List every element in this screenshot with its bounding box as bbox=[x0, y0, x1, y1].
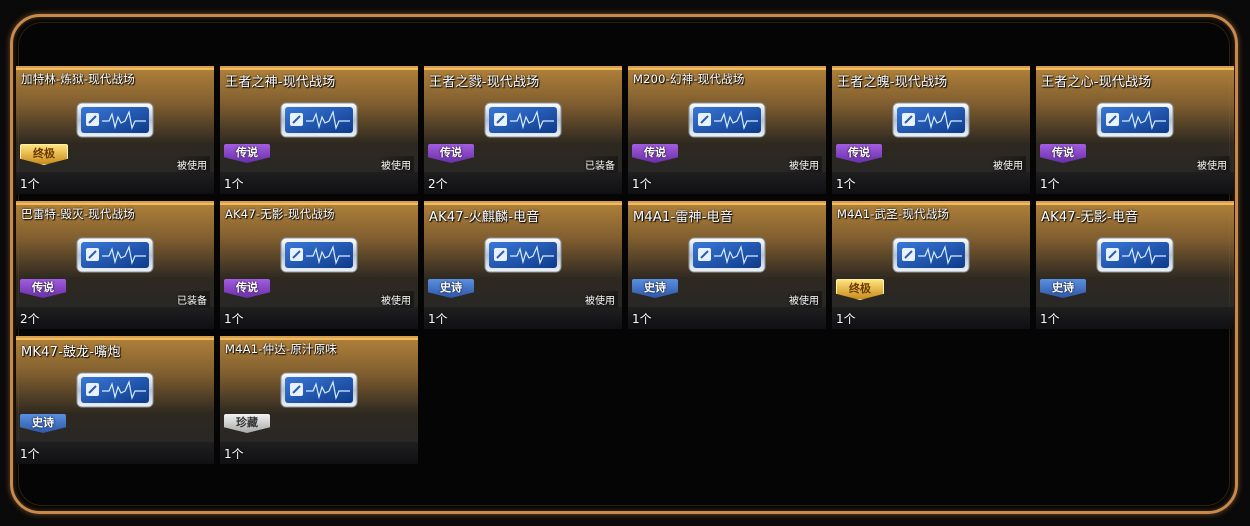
item-status-label: 被使用 bbox=[582, 291, 618, 308]
item-status-label: 被使用 bbox=[378, 291, 414, 308]
item-title: M200-幻神-现代战场 bbox=[633, 72, 745, 86]
item-card[interactable]: M4A1-仲达-原汁原味 珍藏 1个 bbox=[220, 336, 418, 464]
rarity-badge: 终极 bbox=[836, 279, 884, 300]
item-card[interactable]: 王者之魄-现代战场 传说被使用 1个 bbox=[832, 66, 1030, 194]
item-count: 1个 bbox=[836, 177, 856, 191]
item-title: 王者之神-现代战场 bbox=[225, 75, 336, 90]
item-card[interactable]: M200-幻神-现代战场 传说被使用 1个 bbox=[628, 66, 826, 194]
item-count: 1个 bbox=[224, 177, 244, 191]
item-card[interactable]: M4A1-雷神-电音 史诗被使用 1个 bbox=[628, 201, 826, 329]
rarity-badge: 传说 bbox=[224, 144, 270, 163]
item-title: 巴雷特-毁灭-现代战场 bbox=[21, 207, 135, 221]
rarity-badge: 史诗 bbox=[632, 279, 678, 298]
item-title: 王者之魄-现代战场 bbox=[837, 75, 948, 90]
rarity-badge: 史诗 bbox=[20, 414, 66, 433]
item-title: AK47-火麒麟-电音 bbox=[429, 210, 540, 225]
item-title: AK47-无影-电音 bbox=[1041, 210, 1139, 225]
sound-card-icon bbox=[484, 102, 562, 138]
rarity-badge: 珍藏 bbox=[224, 414, 270, 433]
sound-card-icon bbox=[76, 237, 154, 273]
rarity-badge: 传说 bbox=[428, 144, 474, 163]
item-title: 加特林-炼狱-现代战场 bbox=[21, 72, 135, 86]
item-card[interactable]: M4A1-武圣-现代战场 终极 1个 bbox=[832, 201, 1030, 329]
sound-card-icon bbox=[1096, 102, 1174, 138]
item-status-label: 被使用 bbox=[174, 156, 210, 173]
sound-card-icon bbox=[892, 237, 970, 273]
item-count: 2个 bbox=[428, 177, 448, 191]
item-card[interactable]: 王者之戮-现代战场 传说已装备 2个 bbox=[424, 66, 622, 194]
sound-card-icon bbox=[688, 237, 766, 273]
item-status-label: 被使用 bbox=[378, 156, 414, 173]
item-status-label: 已装备 bbox=[174, 291, 210, 308]
item-card[interactable]: 巴雷特-毁灭-现代战场 传说已装备 2个 bbox=[16, 201, 214, 329]
rarity-badge: 传说 bbox=[632, 144, 678, 163]
item-title: 王者之心-现代战场 bbox=[1041, 75, 1152, 90]
item-count: 1个 bbox=[428, 312, 448, 326]
item-status-label: 已装备 bbox=[582, 156, 618, 173]
item-card[interactable]: AK47-无影-电音 史诗 1个 bbox=[1036, 201, 1234, 329]
sound-card-icon bbox=[280, 372, 358, 408]
item-status-label: 被使用 bbox=[786, 156, 822, 173]
item-title: 王者之戮-现代战场 bbox=[429, 75, 540, 90]
item-card[interactable]: 王者之神-现代战场 传说被使用 1个 bbox=[220, 66, 418, 194]
item-count: 1个 bbox=[20, 447, 40, 461]
item-card[interactable]: AK47-火麒麟-电音 史诗被使用 1个 bbox=[424, 201, 622, 329]
sound-card-icon bbox=[76, 102, 154, 138]
sound-card-icon bbox=[280, 102, 358, 138]
sound-card-icon bbox=[76, 372, 154, 408]
item-title: M4A1-仲达-原汁原味 bbox=[225, 342, 338, 356]
item-card[interactable]: 王者之心-现代战场 传说被使用 1个 bbox=[1036, 66, 1234, 194]
item-count: 1个 bbox=[20, 177, 40, 191]
rarity-badge: 史诗 bbox=[1040, 279, 1086, 298]
sound-card-icon bbox=[1096, 237, 1174, 273]
item-status-label: 被使用 bbox=[990, 156, 1026, 173]
rarity-badge: 传说 bbox=[836, 144, 882, 163]
rarity-badge: 传说 bbox=[1040, 144, 1086, 163]
rarity-badge: 史诗 bbox=[428, 279, 474, 298]
item-card[interactable]: MK47-鼓龙-嘴炮 史诗 1个 bbox=[16, 336, 214, 464]
item-title: M4A1-雷神-电音 bbox=[633, 210, 734, 225]
rarity-badge: 终极 bbox=[20, 144, 68, 165]
item-count: 1个 bbox=[1040, 312, 1060, 326]
sound-card-icon bbox=[280, 237, 358, 273]
item-card[interactable]: 加特林-炼狱-现代战场 终极被使用 1个 bbox=[16, 66, 214, 194]
item-title: M4A1-武圣-现代战场 bbox=[837, 207, 950, 221]
sound-card-icon bbox=[688, 102, 766, 138]
sound-card-icon bbox=[484, 237, 562, 273]
item-count: 1个 bbox=[224, 312, 244, 326]
item-count: 1个 bbox=[1040, 177, 1060, 191]
item-title: AK47-无影-现代战场 bbox=[225, 207, 335, 221]
item-title: MK47-鼓龙-嘴炮 bbox=[21, 345, 121, 360]
sound-card-icon bbox=[892, 102, 970, 138]
rarity-badge: 传说 bbox=[20, 279, 66, 298]
rarity-badge: 传说 bbox=[224, 279, 270, 298]
item-status-label: 被使用 bbox=[786, 291, 822, 308]
item-status-label: 被使用 bbox=[1194, 156, 1230, 173]
item-count: 1个 bbox=[632, 312, 652, 326]
item-card[interactable]: AK47-无影-现代战场 传说被使用 1个 bbox=[220, 201, 418, 329]
item-count: 2个 bbox=[20, 312, 40, 326]
item-grid: 加特林-炼狱-现代战场 终极 被使用 1个 王者之神-现代战场 传说 被使用 1个 王者之戮… bbox=[16, 66, 1234, 464]
item-count: 1个 bbox=[224, 447, 244, 461]
item-count: 1个 bbox=[836, 312, 856, 326]
item-count: 1个 bbox=[632, 177, 652, 191]
